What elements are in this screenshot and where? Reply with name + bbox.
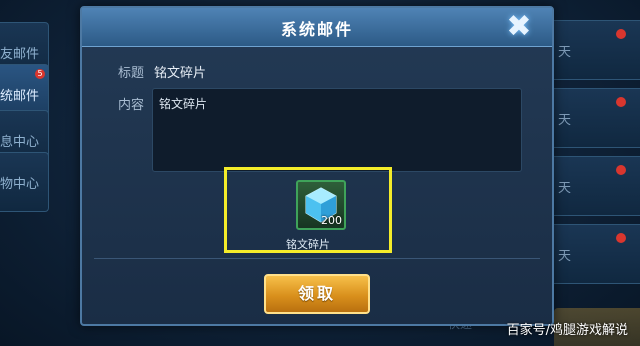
item-count: 200	[321, 214, 342, 227]
mail-title-value: 铭文碎片	[154, 66, 207, 81]
unread-dot-icon	[616, 97, 626, 107]
watermark-text: 百家号/鸡腿游戏解说	[506, 323, 628, 338]
sidebar-item-gift-center[interactable]: 物中心	[0, 152, 49, 212]
mail-list-item[interactable]: 天	[549, 88, 640, 148]
mail-list-item[interactable]: 天	[549, 224, 640, 284]
system-mail-dialog: 系统邮件 ✖ 标题 铭文碎片 内容 铭文碎片 200 铭文碎片 领取	[80, 6, 554, 326]
dialog-title: 系统邮件	[280, 20, 353, 39]
content-box: 铭文碎片	[152, 88, 522, 172]
unread-dot-icon	[616, 29, 626, 39]
unread-dot-icon	[616, 233, 626, 243]
mail-list-item[interactable]: 天	[549, 20, 640, 80]
divider	[94, 258, 540, 259]
unread-dot-icon	[616, 165, 626, 175]
claim-button[interactable]: 领取	[264, 274, 370, 314]
sidebar-item-label: 物中心	[0, 176, 40, 192]
sidebar-item-label: 统邮件	[0, 88, 40, 104]
dialog-header: 系统邮件 ✖	[82, 8, 552, 47]
close-icon[interactable]: ✖	[504, 12, 534, 42]
mail-day-label: 天	[558, 181, 572, 196]
mail-day-label: 天	[558, 249, 572, 264]
attachment-item[interactable]: 200	[296, 180, 346, 230]
mail-content-text: 铭文碎片	[159, 97, 208, 111]
title-label: 标题	[118, 66, 145, 81]
attachment-name: 铭文碎片	[286, 238, 330, 251]
mail-list-item[interactable]: 天	[549, 156, 640, 216]
unread-badge: 5	[35, 69, 45, 79]
mail-day-label: 天	[558, 45, 572, 60]
sidebar-item-label: 友邮件	[0, 46, 40, 62]
content-label: 内容	[118, 98, 145, 113]
mail-day-label: 天	[558, 113, 572, 128]
sidebar-item-label: 息中心	[0, 134, 40, 150]
